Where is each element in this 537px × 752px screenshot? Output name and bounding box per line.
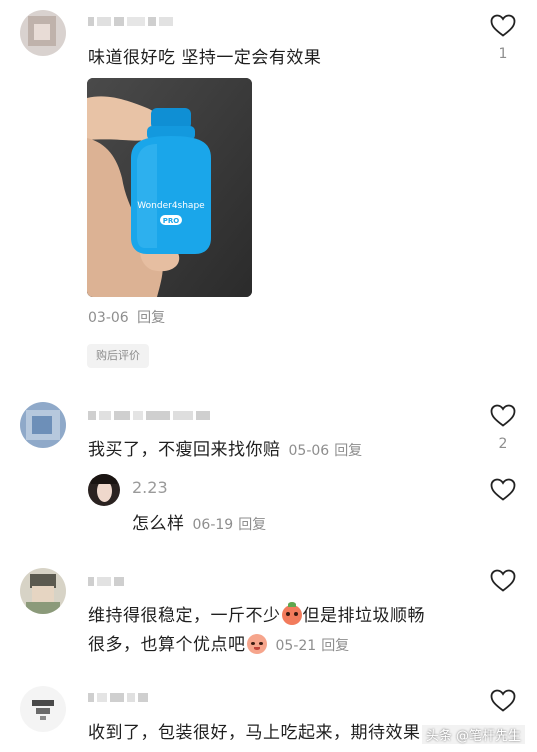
heart-icon[interactable] [490, 569, 516, 593]
reply-button[interactable]: 回复 [238, 517, 266, 533]
avatar[interactable] [88, 474, 120, 506]
comment-text: 我买了，不瘦回来找你赔 05-06 回复 [88, 435, 362, 460]
angry-face-emoji-icon [281, 602, 302, 625]
comment-photo[interactable]: Wonder4shape PRO [87, 78, 252, 297]
post-purchase-review-tag[interactable]: 购后评价 [87, 344, 149, 368]
watermark: 头条 @笔杆先生 [421, 725, 525, 744]
avatar[interactable] [20, 402, 66, 448]
comment-text: 维持得很稳定，一斤不少 但是排垃圾顺畅 [88, 601, 425, 626]
product-bottle-image: Wonder4shape PRO [87, 78, 252, 297]
comment-text: 味道很好吃 坚持一定会有效果 [88, 48, 322, 68]
comment-meta: 03-06 回复 [88, 307, 165, 327]
username-blurred[interactable] [88, 15, 173, 27]
reply-text: 怎么样 06-19 回复 [132, 509, 266, 534]
comment-date: 05-21 [275, 638, 317, 654]
shy-face-emoji-icon [246, 634, 267, 654]
heart-icon[interactable] [490, 689, 516, 713]
like-count: 1 [498, 46, 508, 62]
heart-icon[interactable] [490, 14, 516, 38]
reply-button[interactable]: 回复 [334, 443, 362, 459]
product-brand-label: Wonder4shape [137, 201, 205, 211]
username-blurred[interactable] [88, 691, 148, 703]
avatar[interactable] [20, 568, 66, 614]
comment-date: 03-06 [88, 310, 129, 326]
reply-body: 怎么样 [132, 514, 185, 534]
product-badge: PRO [163, 217, 180, 225]
comment-text-line2: 很多，也算个优点吧 05-21 回复 [88, 630, 349, 655]
reply-date: 06-19 [192, 517, 234, 533]
like-count: 2 [498, 436, 508, 452]
comment-body-part3: 很多，也算个优点吧 [88, 635, 246, 655]
heart-icon[interactable] [490, 478, 516, 502]
reply-button[interactable]: 回复 [321, 638, 349, 654]
username-blurred[interactable] [88, 575, 124, 587]
comment-body: 我买了，不瘦回来找你赔 [88, 440, 281, 460]
comment-date: 05-06 [288, 443, 330, 459]
avatar[interactable] [20, 686, 66, 732]
avatar[interactable] [20, 10, 66, 56]
comment-body-part1: 维持得很稳定，一斤不少 [88, 606, 281, 626]
reply-button[interactable]: 回复 [137, 310, 165, 326]
username-blurred[interactable] [88, 409, 210, 421]
heart-icon[interactable] [490, 404, 516, 428]
comment-body-part2: 但是排垃圾顺畅 [302, 606, 425, 626]
reply-username[interactable]: 2.23 [132, 478, 168, 497]
comment-text: 收到了，包装很好，马上吃起来，期待效果 [88, 723, 421, 743]
